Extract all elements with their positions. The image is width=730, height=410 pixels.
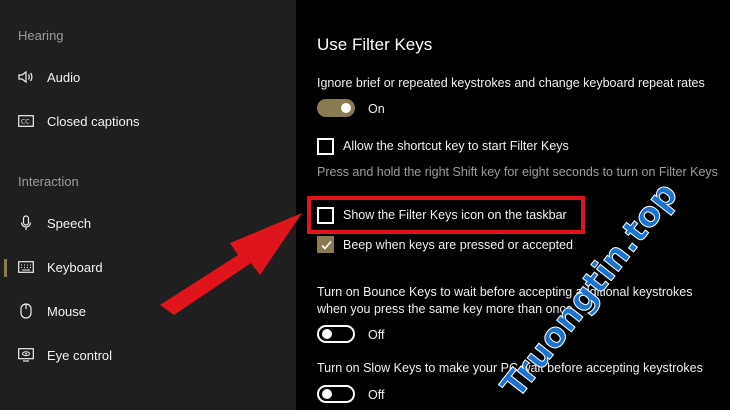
page-title: Use Filter Keys: [317, 35, 433, 54]
filter-keys-description: Ignore brief or repeated keystrokes and …: [317, 76, 705, 90]
bounce-keys-toggle[interactable]: [317, 325, 355, 343]
sidebar-item-audio[interactable]: Audio: [0, 60, 296, 94]
filter-keys-toggle[interactable]: [317, 99, 355, 117]
cc-icon: CC: [17, 112, 35, 130]
microphone-icon: [17, 214, 35, 232]
slow-keys-toggle[interactable]: [317, 385, 355, 403]
mouse-icon: [17, 302, 35, 320]
allow-shortcut-checkbox[interactable]: [317, 138, 334, 155]
watermark-logo: Truongtin.top: [493, 174, 686, 406]
sidebar-item-label: Mouse: [47, 303, 87, 319]
sidebar-item-eye-control[interactable]: Eye control: [0, 338, 296, 372]
section-header-interaction: Interaction: [18, 174, 79, 189]
beep-checkbox[interactable]: [317, 236, 334, 253]
svg-text:CC: CC: [21, 119, 29, 126]
sidebar-item-label: Eye control: [47, 347, 113, 363]
filter-keys-toggle-state: On: [368, 102, 385, 116]
speaker-icon: [17, 68, 35, 86]
red-arrow-icon: [160, 213, 302, 315]
eye-icon: [17, 346, 35, 364]
sidebar-item-closed-captions[interactable]: CC Closed captions: [0, 104, 296, 138]
slow-keys-toggle-state: Off: [368, 388, 385, 402]
bounce-keys-toggle-state: Off: [368, 328, 385, 342]
toggle-knob: [341, 103, 351, 113]
section-header-hearing: Hearing: [18, 28, 64, 43]
sidebar-item-label: Closed captions: [47, 113, 140, 129]
sidebar-item-label: Keyboard: [47, 259, 103, 275]
checkmark-icon: [321, 240, 332, 250]
toggle-knob: [322, 329, 332, 339]
toggle-knob: [322, 389, 332, 399]
watermark-text: Truongtin.top: [494, 175, 686, 406]
sidebar-item-label: Audio: [47, 69, 81, 85]
keyboard-icon: [17, 258, 35, 276]
sidebar-item-label: Speech: [47, 215, 92, 231]
